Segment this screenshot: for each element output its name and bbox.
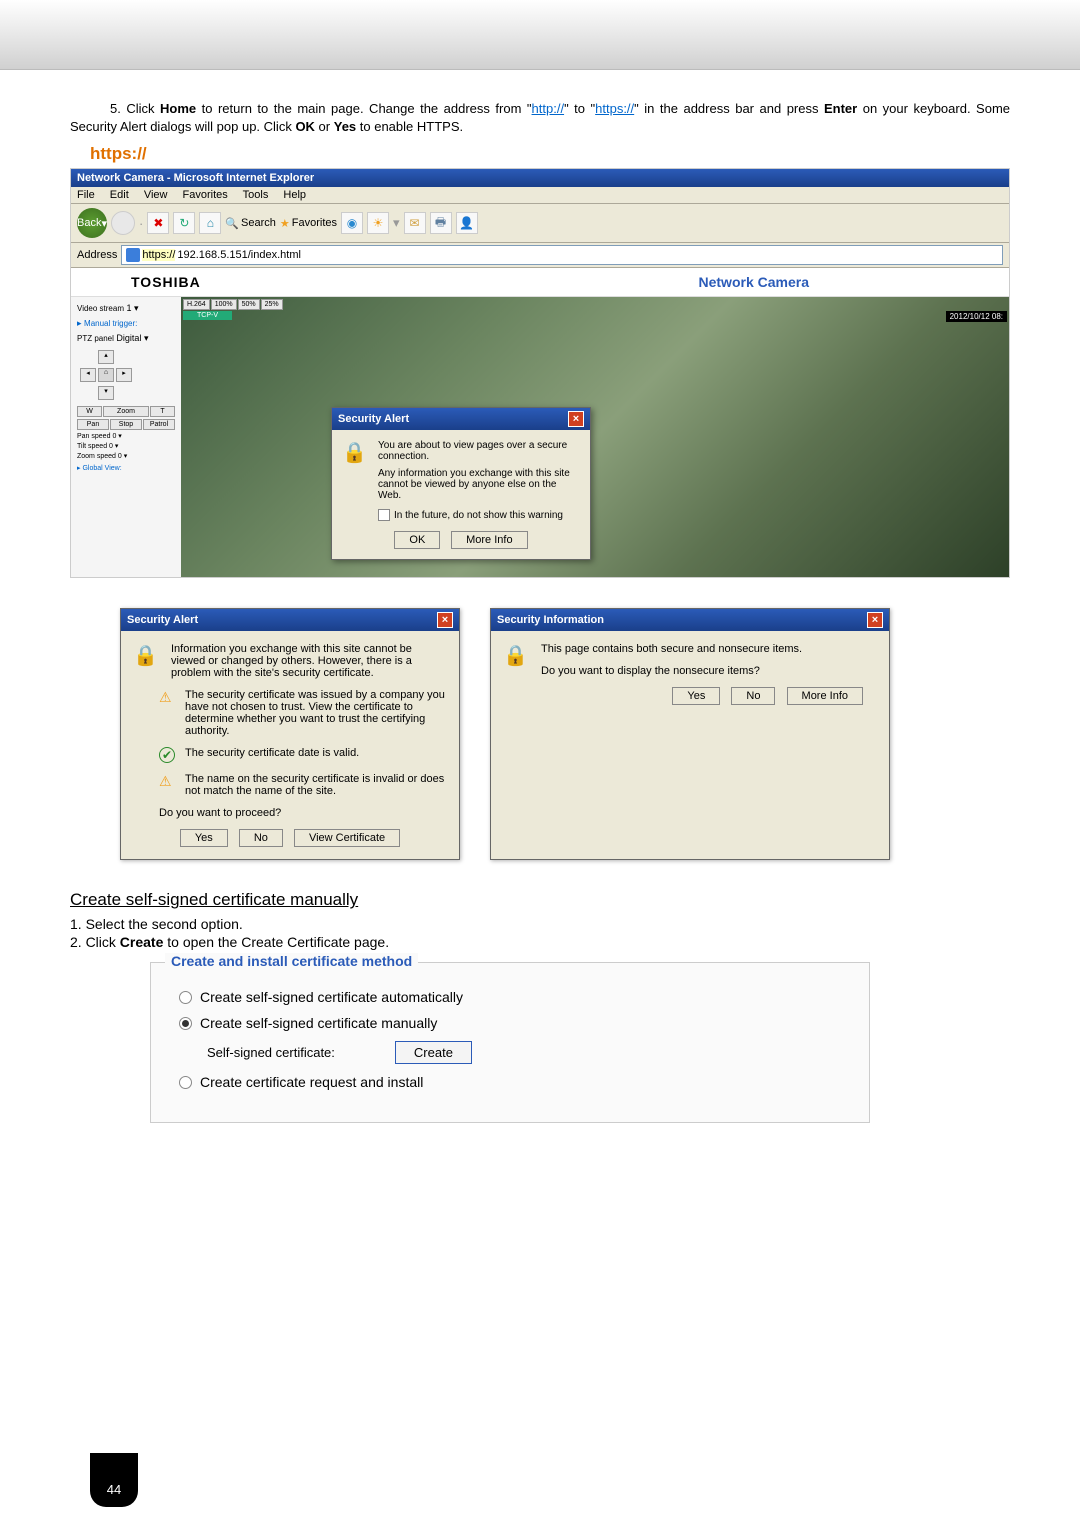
page-icon <box>126 248 140 262</box>
page-title: Network Camera <box>699 274 810 290</box>
https-callout: https:// <box>90 144 1010 164</box>
video-area: H.264 100% 50% 25% TCP-V 2012/10/12 08: … <box>181 297 1009 577</box>
menu-file[interactable]: File <box>77 189 95 201</box>
menu-edit[interactable]: Edit <box>110 189 129 201</box>
menu-favorites[interactable]: Favorites <box>183 189 228 201</box>
zoom-100[interactable]: 100% <box>211 299 237 310</box>
yes-button[interactable]: Yes <box>672 687 720 705</box>
browser-screenshot: Network Camera - Microsoft Internet Expl… <box>70 168 1010 578</box>
lock-icon <box>342 440 370 468</box>
menu-tools[interactable]: Tools <box>243 189 269 201</box>
address-bar: Address https://192.168.5.151/index.html <box>71 243 1009 268</box>
yes-button[interactable]: Yes <box>180 829 228 847</box>
ptz-right[interactable]: ▸ <box>116 368 132 382</box>
stop-icon[interactable]: ✖ <box>147 212 169 234</box>
panel-legend: Create and install certificate method <box>165 953 418 969</box>
lock-warn-icon <box>503 643 531 671</box>
no-button[interactable]: No <box>239 829 283 847</box>
camera-sidebar: Video stream 1 ▾ ▸ Manual trigger: PTZ p… <box>71 297 181 577</box>
menu-help[interactable]: Help <box>283 189 306 201</box>
self-signed-label: Self-signed certificate: <box>207 1045 335 1060</box>
print-icon[interactable]: 🖶 <box>430 212 452 234</box>
address-input[interactable]: https://192.168.5.151/index.html <box>121 245 1003 265</box>
ptz-down[interactable]: ▾ <box>98 386 114 400</box>
warning-icon <box>159 773 175 789</box>
radio-manual[interactable] <box>179 1017 192 1030</box>
page-number: 44 <box>90 1453 138 1507</box>
security-information-dialog: Security Information× This page contains… <box>490 608 890 860</box>
create-button[interactable]: Create <box>395 1041 472 1064</box>
step-2: 2. Click Create to open the Create Certi… <box>70 934 1010 950</box>
media-icon[interactable]: ◉ <box>341 212 363 234</box>
video-timestamp: 2012/10/12 08: <box>946 311 1007 322</box>
certificate-method-panel: Create and install certificate method Cr… <box>150 962 870 1123</box>
forward-button[interactable] <box>111 211 135 235</box>
lock-warn-icon <box>133 643 161 671</box>
https-link[interactable]: https:// <box>595 101 634 116</box>
messenger-icon[interactable]: 👤 <box>456 212 478 234</box>
ptz-home[interactable]: ⌂ <box>98 368 114 382</box>
step-1: 1. Select the second option. <box>70 916 1010 932</box>
home-icon[interactable]: ⌂ <box>199 212 221 234</box>
favorites-button[interactable]: ★Favorites <box>280 217 337 230</box>
zoom-25[interactable]: 25% <box>261 299 283 310</box>
more-info-button[interactable]: More Info <box>451 531 527 549</box>
section-heading: Create self-signed certificate manually <box>70 890 1010 910</box>
radio-request[interactable] <box>179 1076 192 1089</box>
window-title: Network Camera - Microsoft Internet Expl… <box>71 169 1009 187</box>
http-link[interactable]: http:// <box>532 101 565 116</box>
page-header-wave <box>0 0 1080 70</box>
check-icon <box>159 747 175 763</box>
warning-icon <box>159 689 175 705</box>
instruction-step-5: 5. Click Home to return to the main page… <box>70 100 1010 136</box>
radio-auto[interactable] <box>179 991 192 1004</box>
history-icon[interactable]: ☀ <box>367 212 389 234</box>
ptz-up[interactable]: ▴ <box>98 350 114 364</box>
close-icon[interactable]: × <box>867 612 883 628</box>
close-icon[interactable]: × <box>437 612 453 628</box>
close-icon[interactable]: × <box>568 411 584 427</box>
ok-button[interactable]: OK <box>394 531 440 549</box>
no-button[interactable]: No <box>731 687 775 705</box>
refresh-icon[interactable]: ↻ <box>173 212 195 234</box>
more-info-button[interactable]: More Info <box>787 687 863 705</box>
menubar: File Edit View Favorites Tools Help <box>71 187 1009 204</box>
mail-icon[interactable]: ✉ <box>404 212 426 234</box>
security-alert-dialog-1: Security Alert× You are about to view pa… <box>331 407 591 560</box>
stream-tab[interactable]: H.264 <box>183 299 210 310</box>
ptz-left[interactable]: ◂ <box>80 368 96 382</box>
security-alert-dialog-2: Security Alert× Information you exchange… <box>120 608 460 860</box>
brand-logo: TOSHIBA <box>131 274 201 290</box>
zoom-50[interactable]: 50% <box>238 299 260 310</box>
tcp-label: TCP-V <box>183 311 232 320</box>
address-label: Address <box>77 249 117 261</box>
search-button[interactable]: 🔍Search <box>225 217 276 230</box>
dont-show-checkbox[interactable] <box>378 509 390 521</box>
menu-view[interactable]: View <box>144 189 168 201</box>
toolbar: Back ▾ · ✖ ↻ ⌂ 🔍Search ★Favorites ◉ ☀ ▾ … <box>71 204 1009 243</box>
view-certificate-button[interactable]: View Certificate <box>294 829 400 847</box>
back-button[interactable]: Back ▾ <box>77 208 107 238</box>
ptz-pad[interactable]: ▴ ▾ ◂ ▸ ⌂ <box>77 350 137 400</box>
